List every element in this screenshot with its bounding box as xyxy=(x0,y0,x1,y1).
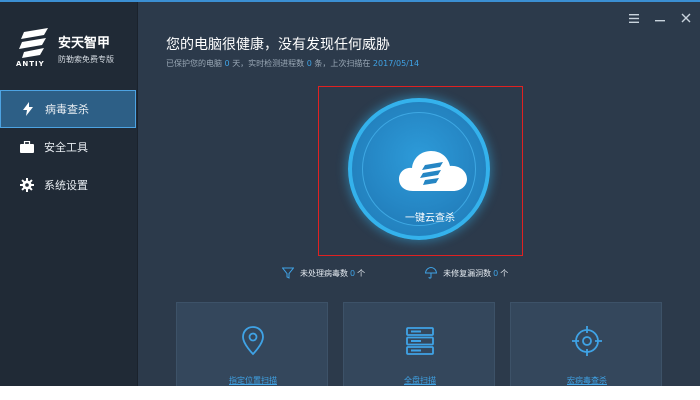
protected-prefix: 已保护您的电脑 xyxy=(166,59,222,68)
process-suffix: 条，上次扫描在 xyxy=(314,59,371,68)
brand-subtitle: 防勒索免费专版 xyxy=(58,55,114,64)
card-label: 宏病毒查杀 xyxy=(567,376,607,385)
sidebar-nav: 病毒查杀 安全工具 系统设置 xyxy=(0,90,138,204)
last-scan-date: 2017/05/14 xyxy=(372,59,420,68)
one-click-cloud-scan-button[interactable]: 一键云查杀 xyxy=(348,98,490,240)
unfixed-vuln-stat: 未修复漏洞数 0 个 xyxy=(425,267,508,279)
protected-suffix: 天，实时检测进程数 xyxy=(232,59,305,68)
stat-label: 未处理病毒数 xyxy=(300,268,348,278)
filter-icon xyxy=(282,267,294,279)
brand-logo: 安天智甲 ANTIY 防勒索免费专版 xyxy=(14,26,134,76)
window-controls xyxy=(626,10,694,26)
scan-button-inner: 一键云查杀 xyxy=(362,112,476,226)
brand-name: 安天智甲 xyxy=(58,36,111,51)
sidebar-item-label: 系统设置 xyxy=(44,179,88,192)
scan-button-label: 一键云查杀 xyxy=(405,213,455,224)
stat-value: 0 xyxy=(350,268,356,278)
gear-icon xyxy=(20,178,34,192)
app-window: 安天智甲 ANTIY 防勒索免费专版 病毒查杀 安全工具 系统设置 您的电脑很健… xyxy=(0,0,700,386)
sidebar-item-label: 安全工具 xyxy=(44,141,88,154)
card-macro-virus-scan[interactable]: 宏病毒查杀 xyxy=(510,302,662,386)
unhandled-virus-stat: 未处理病毒数 0 个 xyxy=(282,267,365,279)
sidebar-item-virus-scan[interactable]: 病毒查杀 xyxy=(0,90,136,128)
minimize-icon[interactable] xyxy=(652,10,668,26)
stat-label: 未修复漏洞数 xyxy=(443,268,492,278)
stat-unit: 个 xyxy=(500,268,509,278)
card-label: 全盘扫描 xyxy=(404,376,436,385)
sidebar-item-security-tools[interactable]: 安全工具 xyxy=(0,128,136,166)
card-label: 指定位置扫描 xyxy=(229,376,277,385)
stat-unit: 个 xyxy=(357,268,366,278)
close-icon[interactable] xyxy=(678,10,694,26)
sidebar: 安天智甲 ANTIY 防勒索免费专版 病毒查杀 安全工具 系统设置 xyxy=(0,2,138,386)
card-location-scan[interactable]: 指定位置扫描 xyxy=(176,302,328,386)
brand-english: ANTIY xyxy=(16,60,45,68)
scan-cards: 指定位置扫描 全盘扫描 宏病毒查杀 xyxy=(176,302,666,386)
cloud-icon xyxy=(399,151,467,191)
status-subline: 已保护您的电脑 0 天，实时检测进程数 0 条，上次扫描在 2017/05/14 xyxy=(166,58,419,69)
card-full-scan[interactable]: 全盘扫描 xyxy=(343,302,495,386)
protected-days: 0 xyxy=(224,59,230,68)
server-icon xyxy=(406,327,434,355)
sidebar-item-label: 病毒查杀 xyxy=(45,103,89,116)
location-pin-icon xyxy=(242,326,264,356)
sidebar-item-system-settings[interactable]: 系统设置 xyxy=(0,166,136,204)
stat-value: 0 xyxy=(493,268,499,278)
crosshair-icon xyxy=(572,326,602,356)
main-panel: 您的电脑很健康，没有发现任何威胁 已保护您的电脑 0 天，实时检测进程数 0 条… xyxy=(138,2,700,386)
process-count: 0 xyxy=(306,59,312,68)
status-headline: 您的电脑很健康，没有发现任何威胁 xyxy=(166,37,390,53)
menu-icon[interactable] xyxy=(626,10,642,26)
briefcase-icon xyxy=(20,140,34,154)
stats-row: 未处理病毒数 0 个 未修复漏洞数 0 个 xyxy=(282,267,508,279)
umbrella-icon xyxy=(425,267,438,279)
lightning-icon xyxy=(21,102,35,116)
